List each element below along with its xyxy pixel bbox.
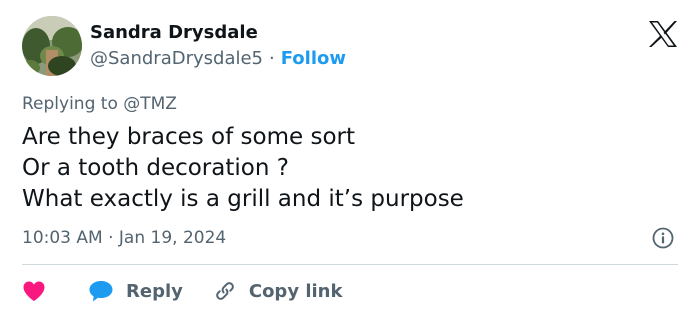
reply-context: Replying to @TMZ (22, 94, 177, 114)
tweet-text-line: Or a tooth decoration ? (22, 155, 289, 181)
action-bar: Reply Copy link (22, 277, 342, 305)
avatar[interactable] (22, 16, 82, 76)
link-icon (216, 282, 234, 300)
x-logo-icon[interactable] (648, 20, 678, 48)
reply-label: Reply (126, 280, 183, 302)
copy-link-button[interactable]: Copy link (213, 279, 343, 303)
tweet-card: Sandra Drysdale @SandraDrysdale5 · Follow … (0, 0, 700, 318)
reply-button[interactable]: Reply (88, 279, 183, 303)
author-display-name[interactable]: Sandra Drysdale (90, 22, 258, 43)
tweet-timestamp[interactable]: 10:03 AM · Jan 19, 2024 (22, 228, 226, 248)
copy-link-label: Copy link (248, 280, 343, 302)
tweet-text-line: What exactly is a grill and it’s purpose (22, 186, 464, 212)
like-button[interactable] (22, 280, 46, 302)
reply-mention-link[interactable]: @TMZ (123, 94, 177, 114)
reply-prefix: Replying to (22, 94, 124, 114)
separator-dot: · (269, 48, 275, 69)
author-handle-row: @SandraDrysdale5 · Follow (90, 48, 346, 69)
info-icon[interactable] (651, 226, 675, 250)
tweet-text: Are they braces of some sort Or a tooth … (22, 122, 464, 215)
speech-bubble-icon (89, 281, 113, 302)
author-handle[interactable]: @SandraDrysdale5 (90, 48, 263, 69)
heart-icon (23, 281, 45, 301)
tweet-text-line: Are they braces of some sort (22, 124, 355, 150)
follow-button[interactable]: Follow (281, 48, 346, 69)
divider (22, 264, 678, 265)
